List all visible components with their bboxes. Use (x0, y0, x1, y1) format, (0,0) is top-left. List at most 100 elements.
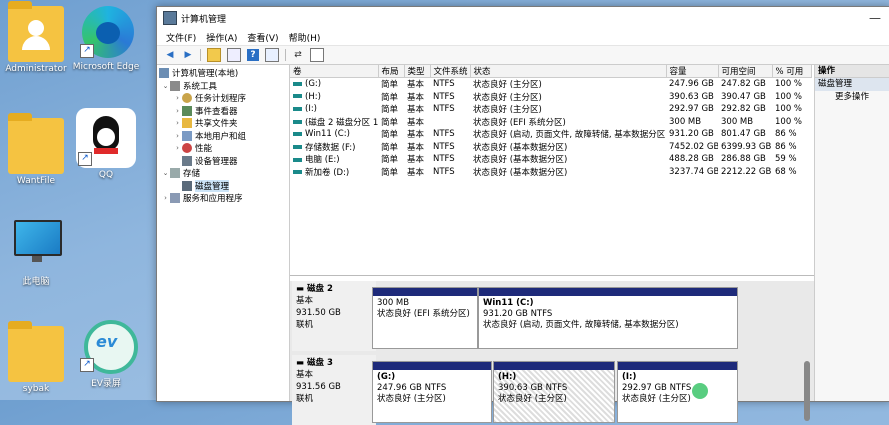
toolbar: ◀ ▶ ? ⇄ (157, 46, 889, 65)
partition-i[interactable]: (I:) 292.97 GB NTFS 状态良好 (主分区) (617, 361, 738, 423)
column-header-volume[interactable]: 卷 (290, 65, 379, 78)
chevron-right-icon[interactable]: › (173, 107, 182, 115)
table-cell: 状态良好 (主分区) (473, 92, 542, 103)
column-header-layout[interactable]: 布局 (378, 65, 405, 78)
table-row[interactable]: (I:) 简单 基本 NTFS 状态良好 (主分区) 292.97 GB 292… (290, 103, 811, 116)
menu-view[interactable]: 查看(V) (247, 31, 278, 44)
volume-icon (293, 81, 302, 86)
forward-arrow-icon[interactable]: ▶ (182, 49, 194, 61)
partition-text: (G:) 247.96 GB NTFS 状态良好 (主分区) (373, 370, 491, 407)
chevron-right-icon[interactable]: › (161, 194, 170, 202)
disk-row-2: ▬ 磁盘 2 基本 931.50 GB 联机 300 MB 状态良好 (EFI … (290, 281, 814, 351)
desktop-icon-edge[interactable]: ↗ Microsoft Edge (70, 4, 142, 72)
tree-item-system-tools[interactable]: ⌄ 系统工具 (157, 80, 289, 93)
menu-action[interactable]: 操作(A) (206, 31, 237, 44)
table-cell: 390.47 GB (721, 91, 766, 102)
properties-icon[interactable] (265, 48, 279, 62)
column-header-type[interactable]: 类型 (404, 65, 431, 78)
table-cell: 59 % (775, 154, 797, 165)
partition-g[interactable]: (G:) 247.96 GB NTFS 状态良好 (主分区) (372, 361, 492, 423)
volume-cell: 新加卷 (D:) (290, 166, 378, 179)
desktop-icon-ev-recorder[interactable]: ev ↗ EV录屏 (70, 318, 142, 389)
partition-efi[interactable]: 300 MB 状态良好 (EFI 系统分区) (372, 287, 478, 349)
list-view-icon[interactable] (310, 48, 324, 62)
tree-item-computer-management[interactable]: 计算机管理(本地) (157, 67, 289, 80)
disk-info[interactable]: ▬ 磁盘 2 基本 931.50 GB 联机 (292, 281, 376, 351)
tree-item-performance[interactable]: › 性能 (157, 142, 289, 155)
tree-item-local-users[interactable]: › 本地用户和组 (157, 130, 289, 143)
desktop-icon-qq[interactable]: ↗ QQ (70, 108, 142, 180)
connect-icon[interactable]: ⇄ (292, 49, 304, 61)
partition-bar (373, 288, 477, 296)
tree-item-shared-folders[interactable]: › 共享文件夹 (157, 117, 289, 130)
table-cell: 基本 (407, 105, 425, 116)
table-cell: NTFS (433, 104, 455, 115)
tree-item-disk-management[interactable]: 磁盘管理 (157, 179, 289, 193)
storage-icon (170, 168, 180, 179)
table-row[interactable]: (磁盘 2 磁盘分区 1) 简单 基本 状态良好 (EFI 系统分区) 300 … (290, 116, 811, 129)
table-cell: 简单 (381, 130, 399, 141)
disk-status: 联机 (296, 394, 314, 404)
disk-name-text: 磁盘 2 (307, 284, 333, 294)
users-icon (182, 130, 192, 141)
tree-item-task-scheduler[interactable]: › 任务计划程序 (157, 92, 289, 105)
actions-section-disk-management[interactable]: 磁盘管理 (815, 78, 889, 91)
desktop-icon-this-pc[interactable]: 此电脑 (0, 216, 72, 287)
tree-item-label: 计算机管理(本地) (172, 69, 239, 80)
table-row[interactable]: 新加卷 (D:) 简单 基本 NTFS 状态良好 (基本数据分区) 3237.7… (290, 166, 811, 179)
chevron-right-icon[interactable]: › (173, 144, 182, 152)
up-folder-icon[interactable] (207, 48, 221, 62)
table-cell: 100 % (775, 91, 803, 102)
partition-win11-c[interactable]: Win11 (C:) 931.20 GB NTFS 状态良好 (启动, 页面文件… (478, 287, 738, 349)
qq-penguin-icon: ↗ (76, 108, 136, 168)
chevron-down-icon[interactable]: ⌄ (161, 169, 170, 177)
partition-size: 247.96 GB NTFS (377, 383, 447, 393)
volume-cell: (G:) (290, 78, 378, 91)
partition-bar (494, 362, 614, 370)
volume-cell: (磁盘 2 磁盘分区 1) (290, 116, 378, 129)
column-header-filesystem[interactable]: 文件系统 (430, 65, 471, 78)
minimize-button[interactable]: — (860, 11, 889, 25)
menu-help[interactable]: 帮助(H) (289, 31, 321, 44)
chevron-down-icon[interactable]: ⌄ (161, 82, 170, 90)
tree-item-device-manager[interactable]: 设备管理器 (157, 155, 289, 168)
disk-info[interactable]: ▬ 磁盘 3 基本 931.56 GB 联机 (292, 355, 376, 425)
help-icon[interactable]: ? (247, 49, 259, 61)
partition-size: 390.63 GB NTFS (498, 383, 568, 393)
desktop-icon-sybak[interactable]: sybak (0, 321, 72, 394)
show-hide-tree-icon[interactable] (227, 48, 241, 62)
menu-file[interactable]: 文件(F) (166, 31, 196, 44)
desktop-icon-administrator[interactable]: Administrator (0, 1, 72, 74)
shortcut-arrow-icon: ↗ (80, 358, 94, 372)
tree-item-storage[interactable]: ⌄ 存储 (157, 167, 289, 180)
disk-size: 931.56 GB (296, 382, 341, 392)
tree-item-label: 性能 (195, 144, 213, 155)
table-row[interactable]: 电脑 (E:) 简单 基本 NTFS 状态良好 (基本数据分区) 488.28 … (290, 153, 811, 166)
column-header-free-space[interactable]: 可用空间 (718, 65, 773, 78)
table-row[interactable]: Win11 (C:) 简单 基本 NTFS 状态良好 (启动, 页面文件, 故障… (290, 128, 811, 141)
table-row[interactable]: (H:) 简单 基本 NTFS 状态良好 (主分区) 390.63 GB 390… (290, 91, 811, 104)
table-cell: NTFS (433, 79, 455, 90)
chevron-right-icon[interactable]: › (173, 132, 182, 140)
partition-name: Win11 (C:) (483, 298, 534, 308)
back-arrow-icon[interactable]: ◀ (164, 49, 176, 61)
chevron-right-icon[interactable]: › (173, 119, 182, 127)
disk-name-text: 磁盘 3 (307, 358, 333, 368)
more-actions-link[interactable]: 更多操作 (815, 91, 889, 104)
table-row[interactable]: (G:) 简单 基本 NTFS 状态良好 (主分区) 247.96 GB 247… (290, 78, 811, 91)
table-cell: 基本 (407, 155, 425, 166)
volume-icon (293, 120, 302, 125)
tree-item-event-viewer[interactable]: › 事件查看器 (157, 105, 289, 118)
table-row[interactable]: 存储数据 (F:) 简单 基本 NTFS 状态良好 (基本数据分区) 7452.… (290, 141, 811, 154)
chevron-right-icon[interactable]: › (173, 94, 182, 102)
table-cell: 292.82 GB (721, 104, 766, 115)
vertical-scrollbar[interactable] (804, 361, 810, 421)
partition-h[interactable]: (H:) 390.63 GB NTFS 状态良好 (主分区) (493, 361, 615, 423)
tree-item-label: 共享文件夹 (195, 119, 238, 130)
column-header-percent-free[interactable]: % 可用 (772, 65, 812, 78)
tree-item-services-apps[interactable]: › 服务和应用程序 (157, 192, 289, 205)
column-header-capacity[interactable]: 容量 (666, 65, 719, 78)
tree-item-label: 任务计划程序 (195, 94, 247, 105)
desktop-icon-wantfile[interactable]: WantFile (0, 113, 72, 186)
column-header-status[interactable]: 状态 (470, 65, 667, 78)
